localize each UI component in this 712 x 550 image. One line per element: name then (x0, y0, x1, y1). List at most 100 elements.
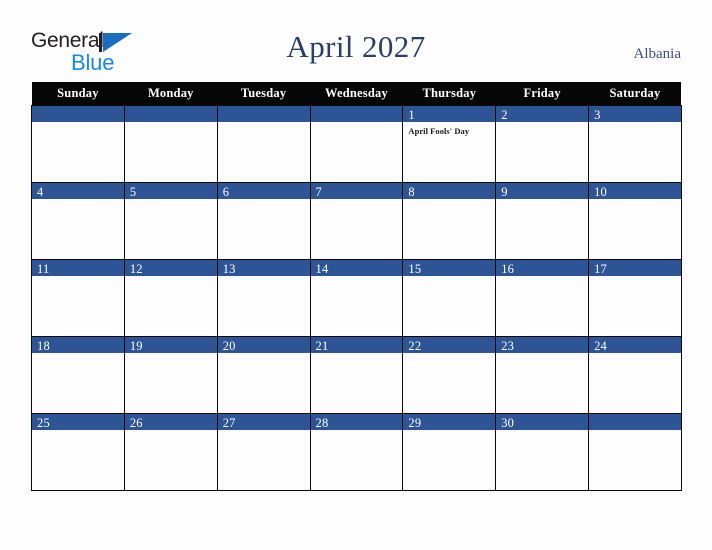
day-number: 19 (129, 339, 143, 353)
calendar-day-cell[interactable]: 9 (495, 182, 590, 260)
day-number-bar (589, 414, 681, 430)
day-number: 14 (315, 262, 329, 276)
calendar-day-cell[interactable]: 10 (588, 182, 682, 260)
calendar-day-cell[interactable]: 19 (123, 336, 218, 414)
day-number-bar: 19 (124, 337, 217, 353)
day-number-bar: 20 (217, 337, 310, 353)
day-number-bar: 6 (217, 183, 310, 199)
calendar-day-cell[interactable]: 14 (309, 259, 404, 337)
calendar-day-cell[interactable]: 24 (588, 336, 682, 414)
day-cell-inner: 6 (217, 183, 310, 259)
day-number-bar: 5 (124, 183, 217, 199)
day-cell-inner: 10 (589, 183, 681, 259)
calendar-day-cell[interactable]: 27 (216, 413, 311, 491)
day-cell-inner: 13 (217, 260, 310, 336)
calendar-day-cell[interactable]: 4 (31, 182, 125, 260)
day-header-friday: Friday (495, 82, 589, 106)
calendar-day-cell[interactable]: 13 (216, 259, 311, 337)
day-number: 10 (594, 185, 607, 199)
day-cell-inner: 22 (403, 337, 496, 413)
day-cell-inner: 2 (496, 106, 589, 182)
day-number: 28 (315, 416, 329, 430)
calendar-day-cell[interactable]: 26 (123, 413, 218, 491)
calendar-day-cell[interactable]: 29 (402, 413, 497, 491)
day-number-bar: 30 (496, 414, 589, 430)
day-number-bar (124, 106, 217, 122)
day-number-bar: 18 (32, 337, 124, 353)
calendar-day-cell[interactable]: 11 (31, 259, 125, 337)
day-cell-inner: 27 (217, 414, 310, 490)
day-number: 30 (501, 416, 515, 430)
holiday-label: April Fools' Day (408, 126, 470, 136)
calendar-empty-cell (588, 413, 682, 491)
calendar-day-cell[interactable]: 5 (123, 182, 218, 260)
day-number: 23 (501, 339, 515, 353)
day-number-bar: 9 (496, 183, 589, 199)
day-header-wednesday: Wednesday (310, 82, 403, 106)
day-number: 16 (501, 262, 515, 276)
calendar-day-cell[interactable]: 21 (309, 336, 404, 414)
day-cell-inner (589, 414, 681, 490)
calendar-day-cell[interactable]: 6 (216, 182, 311, 260)
page-title: April 2027 (286, 29, 426, 64)
day-header-saturday: Saturday (588, 82, 682, 106)
day-cell-inner (32, 106, 124, 182)
calendar-day-cell[interactable]: 28 (309, 413, 404, 491)
day-cell-inner: 9 (496, 183, 589, 259)
day-number-bar: 28 (310, 414, 403, 430)
calendar-grid: Sunday Monday Tuesday Wednesday Thursday Frid… (31, 82, 682, 491)
day-number: 18 (37, 339, 50, 353)
calendar-day-cell[interactable]: 22 (402, 336, 497, 414)
day-cell-inner: 17 (589, 260, 681, 336)
day-cell-inner: 11 (32, 260, 124, 336)
day-cell-inner: 8 (403, 183, 496, 259)
day-cell-inner: 20 (217, 337, 310, 413)
calendar-week-row: 4 5 6 7 8 9 10 (31, 182, 682, 260)
calendar-day-cell[interactable]: 1 April Fools' Day (402, 105, 497, 183)
day-cell-inner: 3 (589, 106, 681, 182)
day-number-bar: 8 (403, 183, 496, 199)
calendar-page: General Blue April 2027 Albania Sunday Mo… (0, 0, 712, 550)
calendar-day-cell[interactable]: 12 (123, 259, 218, 337)
day-number-bar: 3 (589, 106, 681, 122)
calendar-day-cell[interactable]: 16 (495, 259, 590, 337)
calendar-day-cell[interactable]: 20 (216, 336, 311, 414)
day-cell-inner: 24 (589, 337, 681, 413)
calendar-header-row: Sunday Monday Tuesday Wednesday Thursday Frid… (31, 82, 682, 106)
day-header-thursday: Thursday (402, 82, 496, 106)
day-number-bar: 15 (403, 260, 496, 276)
calendar-day-cell[interactable]: 3 (588, 105, 682, 183)
day-number: 9 (501, 185, 508, 199)
day-cell-inner: 12 (124, 260, 217, 336)
day-cell-inner: 15 (403, 260, 496, 336)
day-number-bar: 27 (217, 414, 310, 430)
day-number-bar: 17 (589, 260, 681, 276)
day-number-bar: 1 (403, 106, 496, 122)
calendar-day-cell[interactable]: 18 (31, 336, 125, 414)
day-number-bar: 10 (589, 183, 681, 199)
calendar-day-cell[interactable]: 8 (402, 182, 497, 260)
day-number-bar: 29 (403, 414, 496, 430)
day-number-bar: 12 (124, 260, 217, 276)
calendar-week-row: 18 19 20 21 22 23 24 (31, 336, 682, 414)
day-number-bar (310, 106, 403, 122)
day-number-bar: 16 (496, 260, 589, 276)
calendar-day-cell[interactable]: 2 (495, 105, 590, 183)
day-number: 26 (129, 416, 143, 430)
calendar-day-cell[interactable]: 15 (402, 259, 497, 337)
calendar-day-cell[interactable]: 23 (495, 336, 590, 414)
day-number: 20 (222, 339, 236, 353)
calendar-day-cell[interactable]: 17 (588, 259, 682, 337)
day-cell-inner (124, 106, 217, 182)
day-number-bar: 14 (310, 260, 403, 276)
day-number: 11 (37, 262, 50, 276)
calendar-empty-cell (31, 105, 125, 183)
day-number: 7 (315, 185, 322, 199)
day-number: 29 (408, 416, 422, 430)
calendar-day-cell[interactable]: 7 (309, 182, 404, 260)
calendar-day-cell[interactable]: 25 (31, 413, 125, 491)
calendar-body: 1 April Fools' Day 2 3 4 5 6 7 8 9 10 11 12 13 14 15 16 1… (31, 105, 682, 491)
day-number-bar (32, 106, 124, 122)
calendar-day-cell[interactable]: 30 (495, 413, 590, 491)
day-number: 8 (408, 185, 415, 199)
